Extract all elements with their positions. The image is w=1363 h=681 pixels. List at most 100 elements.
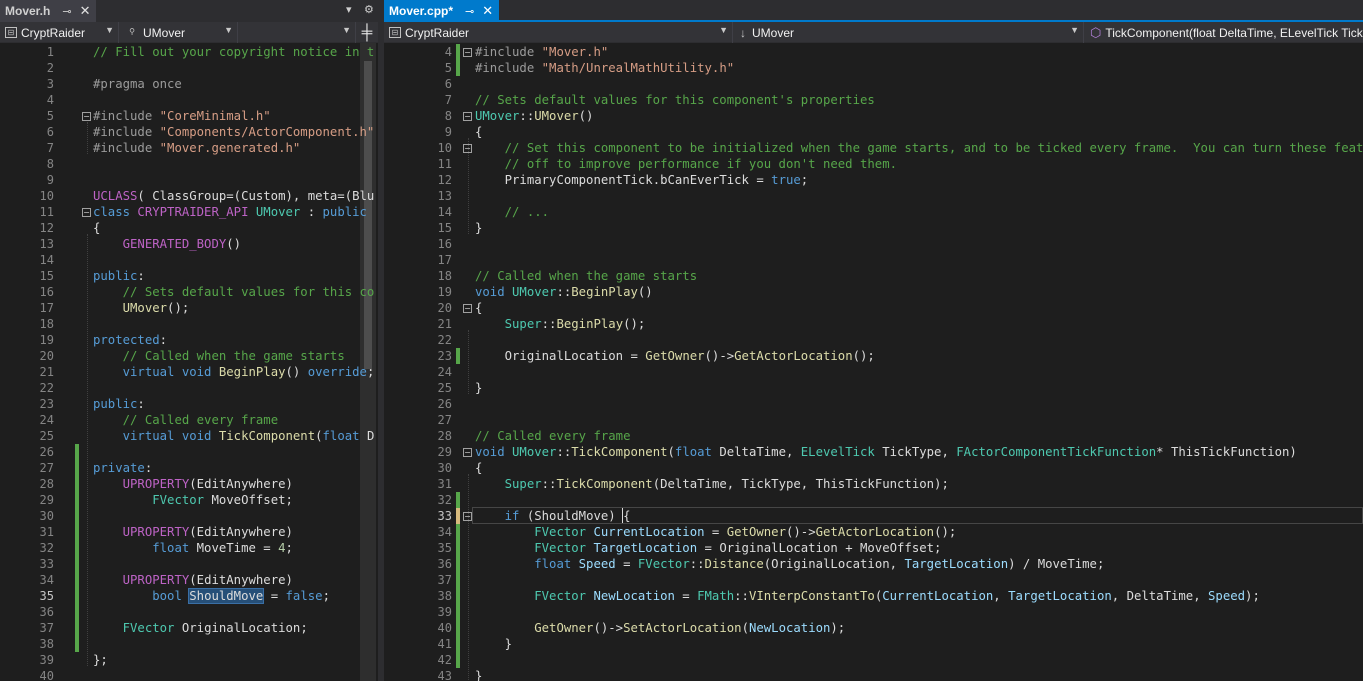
- code-token: (): [637, 285, 653, 299]
- code-token: // Sets default values for this co: [122, 285, 375, 299]
- chevron-down-icon[interactable]: ▾: [346, 3, 352, 16]
- code-token: (): [285, 365, 308, 379]
- code-token: FActorComponentTickFunction: [956, 445, 1157, 459]
- line-number: 8: [444, 109, 452, 123]
- indent-guide: [468, 474, 469, 681]
- fold-toggle-icon[interactable]: −: [82, 112, 91, 121]
- code-token: // Sets default values for this componen…: [475, 93, 875, 107]
- code-token: UMover: [255, 205, 301, 219]
- code-token: (DeltaTime, TickType, ThisTickFunction);: [652, 477, 949, 491]
- code-token: = OriginalLocation + MoveOffset;: [697, 541, 942, 555]
- source-editor-pane: Mover.cpp* ⊸ ✕ ⊟ CryptRaider ▼ ↓ UMover …: [384, 0, 1363, 681]
- tab-mover-h[interactable]: Mover.h ⊸ ✕: [0, 0, 96, 22]
- fold-toggle-icon[interactable]: −: [463, 112, 472, 121]
- code-token: FVector: [534, 525, 594, 539]
- tab-mover-cpp[interactable]: Mover.cpp* ⊸ ✕: [384, 0, 499, 22]
- change-indicator: [456, 44, 460, 76]
- line-number: 27: [39, 461, 54, 475]
- pin-icon[interactable]: ⊸: [465, 5, 474, 18]
- code-token: NewLocation: [593, 589, 675, 603]
- code-line: #include "Mover.generated.h": [93, 140, 300, 156]
- code-line: public:: [93, 268, 145, 284]
- code-token: // off to improve performance if you don…: [504, 157, 898, 171]
- code-line: }: [475, 636, 512, 652]
- project-dropdown[interactable]: ⊟ CryptRaider ▼: [0, 22, 119, 43]
- line-number: 22: [437, 333, 452, 347]
- code-token: // Fill out your copyright notice in t: [93, 45, 375, 59]
- code-token: TickComponent: [556, 477, 653, 491]
- line-number: 4: [46, 93, 54, 107]
- split-icon[interactable]: ╪: [356, 22, 378, 43]
- left-code-editor[interactable]: 1 // Fill out your copyright notice in t 2…: [0, 43, 378, 681]
- code-token: =: [748, 173, 772, 187]
- code-token: (): [226, 237, 242, 251]
- line-number: 27: [437, 413, 452, 427]
- code-line: {: [475, 300, 482, 316]
- line-number: 26: [39, 445, 54, 459]
- text-caret: [622, 508, 623, 523]
- code-line: {: [475, 460, 482, 476]
- right-code-editor[interactable]: 4 #include "Mover.h" 5 #include "Math/Unrea…: [384, 43, 1363, 681]
- code-token: FVector: [534, 589, 594, 603]
- class-dropdown[interactable]: ↓ UMover ▼: [734, 22, 1084, 43]
- line-number: 32: [437, 493, 452, 507]
- left-navigation-bar: ⊟ CryptRaider ▼ ⚲ UMover ▼ ▼ ╪: [0, 22, 378, 43]
- code-token: ::: [689, 557, 705, 571]
- code-token: "Mover.h": [541, 45, 609, 59]
- pin-icon[interactable]: ⊸: [62, 5, 71, 18]
- fold-toggle-icon[interactable]: −: [82, 208, 91, 217]
- code-token: .: [652, 173, 661, 187]
- fold-toggle-icon[interactable]: −: [463, 48, 472, 57]
- code-line: #include "Components/ActorComponent.h": [93, 124, 374, 140]
- code-line: #include "Math/UnrealMathUtility.h": [475, 60, 734, 76]
- project-dropdown[interactable]: ⊟ CryptRaider ▼: [384, 22, 733, 43]
- code-token: ) / MoveTime;: [1008, 557, 1105, 571]
- fold-toggle-icon[interactable]: −: [463, 448, 472, 457]
- code-token: (EditAnywhere): [189, 525, 293, 539]
- code-token: ::: [556, 445, 572, 459]
- class-dropdown[interactable]: ⚲ UMover ▼: [120, 22, 238, 43]
- line-number: 38: [437, 589, 452, 603]
- code-token: );: [1245, 589, 1260, 603]
- code-token: // Called when the game starts: [122, 349, 345, 363]
- line-number: 6: [444, 77, 452, 91]
- line-number: 20: [437, 301, 452, 315]
- code-token: "Mover.generated.h": [159, 141, 301, 155]
- close-icon[interactable]: ✕: [80, 3, 91, 19]
- code-token: ::: [541, 317, 557, 331]
- line-number: 10: [437, 141, 452, 155]
- code-line: }: [475, 668, 482, 681]
- gear-icon[interactable]: ⚙: [364, 3, 374, 16]
- unsaved-change-indicator: [456, 508, 460, 524]
- header-editor-pane: Mover.h ⊸ ✕ ▾ ⚙ ⊟ CryptRaider ▼ ⚲ UMover…: [0, 0, 378, 681]
- member-dropdown[interactable]: ▼: [239, 22, 356, 43]
- line-number: 17: [437, 253, 452, 267]
- code-token: ()->: [704, 349, 735, 363]
- code-token: "CoreMinimal.h": [159, 109, 271, 123]
- code-line: protected:: [93, 332, 167, 348]
- code-token: ,: [993, 589, 1009, 603]
- line-number: 37: [39, 621, 54, 635]
- code-token: protected: [93, 333, 160, 347]
- close-icon[interactable]: ✕: [482, 3, 493, 19]
- code-token: #include: [475, 45, 542, 59]
- code-line: FVector CurrentLocation = GetOwner()->Ge…: [475, 524, 956, 540]
- code-token: ;: [800, 173, 809, 187]
- code-token: GetActorLocation: [815, 525, 935, 539]
- code-token: UMover: [512, 285, 557, 299]
- fold-toggle-icon[interactable]: −: [463, 304, 472, 313]
- chevron-down-icon: ▼: [342, 25, 351, 35]
- code-token: false: [285, 589, 323, 603]
- member-dropdown[interactable]: ⬡ TickComponent(float DeltaTime, ELevelT…: [1085, 22, 1363, 43]
- left-tab-bar: Mover.h ⊸ ✕ ▾ ⚙: [0, 0, 378, 22]
- code-token: // ...: [504, 205, 550, 219]
